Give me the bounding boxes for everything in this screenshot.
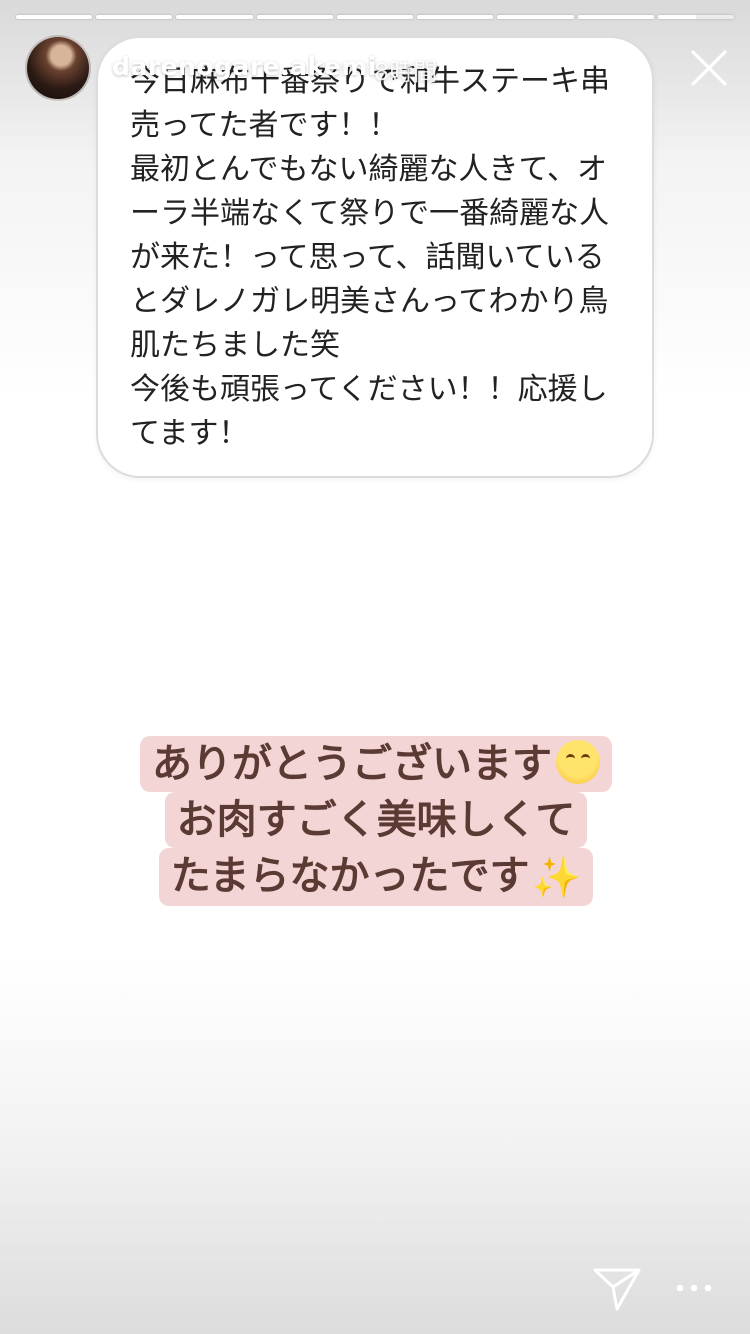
progress-segment — [96, 15, 173, 19]
question-text: 今日麻布十番祭りで和牛ステーキ串 売ってた者です！！ 最初とんでもない綺麗な人き… — [130, 64, 610, 451]
question-sticker: 今日麻布十番祭りで和牛ステーキ串 売ってた者です！！ 最初とんでもない綺麗な人き… — [96, 36, 654, 478]
progress-segment — [417, 15, 494, 19]
story-progress-bar — [16, 15, 734, 19]
sparkles-emoji-icon: ✨ — [531, 855, 582, 901]
avatar[interactable] — [25, 35, 91, 101]
answer-line-2: お肉すごく美味しくて — [164, 792, 588, 848]
username[interactable]: darenogare.akemi — [112, 52, 377, 81]
answer-text-block: ありがとうございます お肉すごく美味しくて たまらなかったです✨ — [118, 736, 634, 906]
answer-line-1-text: ありがとうございます — [152, 741, 552, 787]
smiling-face-emoji-icon — [556, 740, 600, 784]
progress-segment — [176, 15, 253, 19]
answer-line-1: ありがとうございます — [140, 736, 612, 792]
progress-segment — [256, 15, 333, 19]
more-icon[interactable] — [674, 1278, 714, 1298]
progress-segment — [16, 15, 93, 19]
close-icon[interactable] — [689, 48, 729, 88]
send-icon[interactable] — [592, 1265, 642, 1313]
post-time: 8時間 — [374, 58, 438, 86]
progress-segment-current — [657, 15, 734, 19]
progress-segment — [577, 15, 654, 19]
answer-line-3-text: たまらなかったです — [170, 853, 530, 899]
progress-segment — [497, 15, 574, 19]
progress-segment — [336, 15, 414, 19]
answer-line-3: たまらなかったです✨ — [158, 848, 594, 906]
